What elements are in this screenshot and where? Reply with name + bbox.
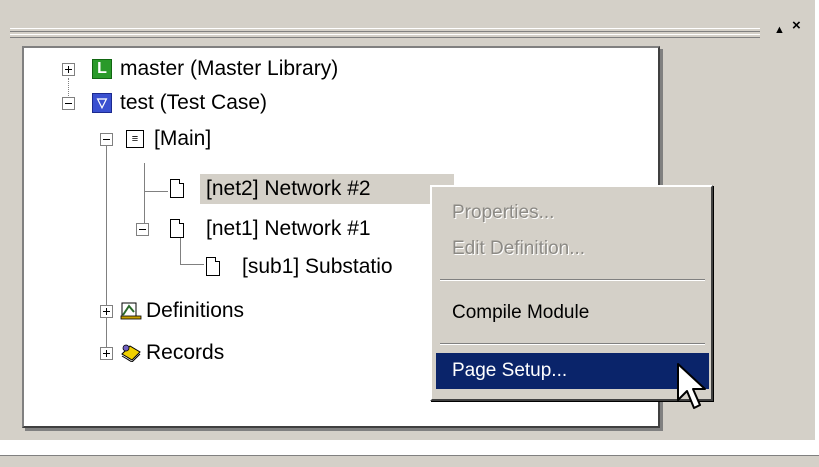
expand-icon[interactable] xyxy=(100,347,113,360)
menu-separator xyxy=(440,279,705,281)
tree-item-label: Definitions xyxy=(146,299,245,322)
tree-item-test[interactable]: ▽ test (Test Case) xyxy=(24,88,654,118)
menu-item-page-setup[interactable]: Page Setup... xyxy=(436,353,709,389)
document-icon xyxy=(170,179,184,198)
tree-item-label: [net1] Network #1 xyxy=(206,217,371,240)
tree-item-label: [sub1] Substatio xyxy=(242,255,393,278)
tree-item-label: Records xyxy=(146,341,225,364)
library-icon: L xyxy=(92,59,112,79)
dock-panel: ▲ × L master (Master Library) ▽ test (Te… xyxy=(0,0,815,440)
close-icon[interactable]: × xyxy=(792,16,801,36)
pin-icon[interactable]: ▲ xyxy=(774,20,785,40)
tree-item-label: [net2] Network #2 xyxy=(206,177,371,200)
expand-icon[interactable] xyxy=(100,305,113,318)
test-case-icon: ▽ xyxy=(92,93,112,113)
records-icon xyxy=(121,344,141,362)
title-grip-lower[interactable] xyxy=(10,34,760,38)
tree-item-master[interactable]: L master (Master Library) xyxy=(24,54,654,84)
menu-item-compile-module[interactable]: Compile Module xyxy=(436,295,709,331)
menu-item-properties[interactable]: Properties... xyxy=(436,195,709,231)
module-icon: ≡ xyxy=(126,130,144,148)
tree-item-main[interactable]: ≡ [Main] xyxy=(24,124,654,154)
tree-item-label: [Main] xyxy=(154,127,212,150)
menu-separator xyxy=(440,343,705,345)
expand-icon[interactable] xyxy=(62,63,75,76)
mouse-pointer-icon xyxy=(677,363,706,409)
title-grip[interactable] xyxy=(10,28,760,32)
bottom-border xyxy=(0,455,819,467)
collapse-icon[interactable] xyxy=(62,97,75,110)
collapse-icon[interactable] xyxy=(136,223,149,236)
tree-item-label: master (Master Library) xyxy=(120,57,339,80)
tree-item-label: test (Test Case) xyxy=(120,91,268,114)
document-icon xyxy=(170,219,184,238)
context-menu: Properties... Edit Definition... Compile… xyxy=(430,185,713,401)
document-icon xyxy=(206,257,220,276)
menu-item-edit-definition[interactable]: Edit Definition... xyxy=(436,231,709,267)
definitions-icon xyxy=(120,302,142,320)
collapse-icon[interactable] xyxy=(100,133,113,146)
